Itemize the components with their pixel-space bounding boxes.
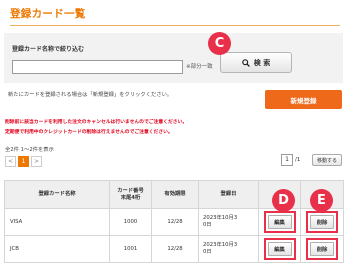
header-registered-date: 登録日 xyxy=(198,180,259,209)
header-expiry: 有効期限 xyxy=(151,180,199,209)
delete-highlight: 削除 xyxy=(306,211,338,233)
title-divider xyxy=(10,25,340,26)
table-row: JCB 1001 12/28 2023年10月3 0日 編集 削除 xyxy=(4,235,344,263)
expiry-cell: 12/28 xyxy=(151,235,199,263)
warning-text-2: 定期便で利用中のクレジットカードの削除は行えませんのでご注意ください。 xyxy=(5,130,173,135)
delete-button[interactable]: 削除 xyxy=(310,242,334,256)
header-card-number-line2: 末尾4桁 xyxy=(120,194,141,201)
card-name-cell: JCB xyxy=(4,235,110,263)
page-button-current[interactable]: 1 xyxy=(18,156,29,167)
magnifier-icon xyxy=(241,58,250,67)
registered-date-line2: 0日 xyxy=(203,249,212,255)
edit-cell: 編集 xyxy=(258,208,301,236)
edit-highlight: 編集 xyxy=(263,211,296,233)
card-name-cell: VISA xyxy=(4,208,110,236)
marker-e: E xyxy=(310,189,333,212)
search-button[interactable]: 検 索 xyxy=(220,52,292,73)
partial-match-label: ※部分一致 xyxy=(186,64,213,70)
table-row: VISA 1000 12/28 2023年10月3 0日 編集 削除 xyxy=(4,208,344,236)
page-title: 登録カード一覧 xyxy=(10,8,86,20)
new-registration-button[interactable]: 新規登録 xyxy=(265,90,342,109)
expiry-cell: 12/28 xyxy=(151,208,199,236)
pager: < 1 > xyxy=(5,156,42,167)
page-total: /1 xyxy=(295,157,301,163)
card-number-cell: 1001 xyxy=(109,235,152,263)
next-page-button[interactable]: > xyxy=(31,156,42,167)
registered-date-line1: 2023年10月3 xyxy=(203,215,238,221)
registered-date-cell: 2023年10月3 0日 xyxy=(198,235,259,263)
marker-d: D xyxy=(272,189,295,212)
header-card-name: 登録カード名称 xyxy=(4,180,110,209)
registered-date-cell: 2023年10月3 0日 xyxy=(198,208,259,236)
search-label: 登録カード名称で絞り込む xyxy=(12,46,85,53)
new-registration-note: 新たにカードを登録される場合は「新規登録」をクリックください。 xyxy=(8,92,173,98)
card-number-cell: 1000 xyxy=(109,208,152,236)
search-panel: 登録カード名称で絞り込む ※部分一致 検 索 xyxy=(4,33,343,83)
warning-text-1: 削除前に該当カードを利用した注文のキャンセルは行いませんのでご注意ください。 xyxy=(5,120,188,125)
delete-button[interactable]: 削除 xyxy=(310,215,334,229)
search-input[interactable] xyxy=(12,60,183,74)
delete-cell: 削除 xyxy=(300,208,344,236)
edit-button[interactable]: 編集 xyxy=(267,215,292,229)
search-button-label: 検 索 xyxy=(253,58,271,67)
header-card-number: カード番号 末尾4桁 xyxy=(109,180,152,209)
page-number-input[interactable]: 1 xyxy=(281,154,293,166)
header-card-number-line1: カード番号 xyxy=(117,187,144,194)
marker-c: C xyxy=(208,32,231,55)
registered-date-line1: 2023年10月3 xyxy=(203,242,238,248)
result-count: 全2件 1〜2件を表示 xyxy=(5,147,54,153)
edit-cell: 編集 xyxy=(258,235,301,263)
delete-highlight: 削除 xyxy=(306,238,338,260)
edit-highlight: 編集 xyxy=(263,238,296,260)
prev-page-button[interactable]: < xyxy=(5,156,16,167)
edit-button[interactable]: 編集 xyxy=(267,242,292,256)
delete-cell: 削除 xyxy=(300,235,344,263)
registered-date-line2: 0日 xyxy=(203,222,212,228)
move-page-button[interactable]: 移動する xyxy=(312,154,342,166)
card-table: 登録カード名称 カード番号 末尾4桁 有効期限 登録日 VISA 1000 12… xyxy=(4,180,344,263)
